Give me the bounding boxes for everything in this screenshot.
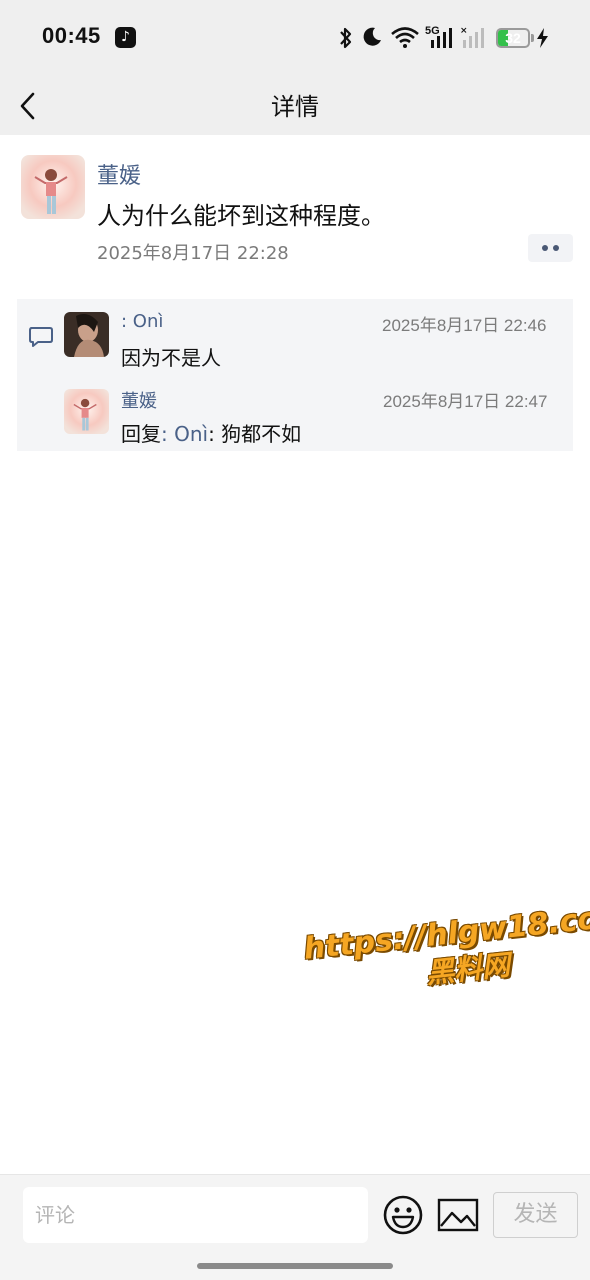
moon-icon	[363, 27, 381, 46]
avatar[interactable]	[64, 312, 109, 357]
comment-author[interactable]: 董媛	[121, 387, 157, 413]
image-button[interactable]	[437, 1197, 479, 1233]
status-time: 00:45	[42, 23, 101, 48]
reply-target-user[interactable]: : Onì	[161, 422, 208, 446]
comment-time: 2025年8月17日 22:47	[383, 392, 548, 411]
comment-text: 因为不是人	[121, 346, 221, 370]
emoji-button[interactable]	[382, 1194, 424, 1236]
main-post: 董媛 人为什么能坏到这种程度。 2025年8月17日 22:28	[0, 135, 590, 300]
svg-text:×: ×	[460, 26, 468, 36]
bluetooth-icon	[340, 27, 352, 49]
post-text: 人为什么能坏到这种程度。	[97, 202, 385, 230]
wifi-icon	[391, 27, 419, 48]
post-time: 2025年8月17日 22:28	[97, 243, 289, 264]
charging-icon	[537, 28, 548, 48]
dot-icon	[542, 245, 548, 251]
battery-icon: 32	[496, 28, 530, 48]
tiktok-icon: ♪	[115, 27, 136, 48]
comment-author[interactable]: : Onì	[121, 311, 163, 332]
dot-icon	[553, 245, 559, 251]
comment-text: 回复: Onì: 狗都不如	[121, 418, 301, 447]
comment-icon	[29, 327, 53, 347]
image-icon	[437, 1198, 479, 1232]
more-options-button[interactable]	[528, 234, 573, 262]
avatar[interactable]	[21, 155, 85, 219]
reply-prefix: 回复	[121, 422, 161, 446]
avatar[interactable]	[64, 389, 109, 434]
no-signal-icon: ×	[460, 26, 484, 48]
comment-composer: 发送	[0, 1174, 590, 1280]
comment-time: 2025年8月17日 22:46	[382, 316, 547, 335]
home-indicator[interactable]	[197, 1263, 393, 1269]
reply-text: : 狗都不如	[208, 422, 302, 446]
page-title: 详情	[271, 93, 319, 121]
battery-cap	[531, 34, 534, 42]
battery-level: 32	[505, 30, 521, 46]
post-author[interactable]: 董媛	[97, 158, 141, 190]
watermark-name: 黑料网	[424, 948, 512, 990]
nav-header: 详情	[0, 75, 590, 135]
send-button[interactable]: 发送	[493, 1192, 578, 1238]
smiley-icon	[383, 1195, 423, 1235]
comment-input[interactable]	[23, 1187, 368, 1243]
status-bar: 00:45 ♪ 5G × 32	[0, 0, 590, 75]
signal-icon	[431, 28, 452, 48]
comments-section: : Onì 2025年8月17日 22:46 因为不是人 董媛 2025年8月1…	[17, 299, 573, 451]
